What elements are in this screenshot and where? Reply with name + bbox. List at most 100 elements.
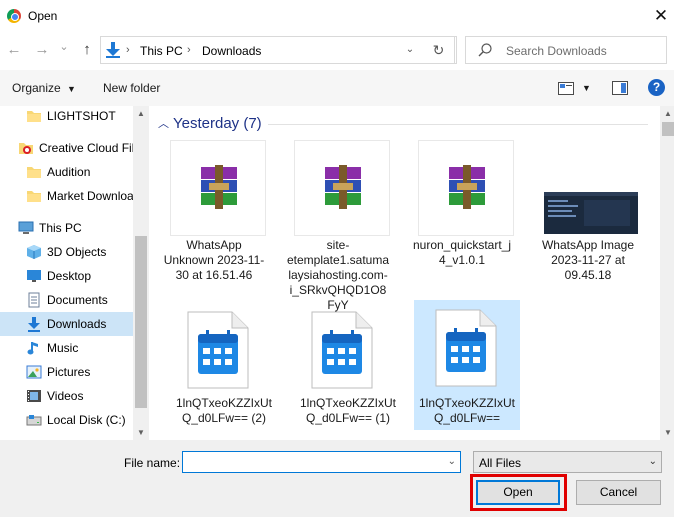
sidebar-item-label: This PC	[39, 221, 82, 235]
sidebar-scrollbar[interactable]: ▲ ▼	[133, 106, 149, 440]
sidebar-item-videos[interactable]: Videos	[0, 384, 133, 408]
chevron-down-icon[interactable]: ⌄	[448, 456, 456, 467]
sidebar-item-label: Desktop	[47, 269, 92, 283]
sidebar-item-downloads[interactable]: Downloads	[0, 312, 133, 336]
crumb-separator: ›	[187, 44, 191, 56]
sidebar-item-this-pc[interactable]: This PC	[0, 216, 133, 240]
sidebar-item-label: Pictures	[47, 365, 91, 379]
file-name: site-etemplate1.satumalaysiahosting.com-…	[286, 238, 390, 312]
breadcrumb-downloads[interactable]: Downloads	[202, 44, 261, 58]
refresh-button[interactable]: ↻	[423, 36, 455, 64]
group-label: Yesterday (7)	[173, 115, 262, 132]
sidebar-item-local-disk[interactable]: Local Disk (C:)	[0, 408, 133, 432]
image-thumbnail	[544, 192, 638, 234]
file-list-pane: ︿ Yesterday (7) WhatsApp Unknown 2023-11…	[150, 106, 660, 440]
command-toolbar: Organize ▼ New folder ▼ ?	[0, 70, 674, 106]
filename-input[interactable]: ⌄	[182, 451, 461, 473]
preview-pane-icon[interactable]	[612, 81, 628, 95]
winrar-archive-icon	[325, 165, 361, 209]
view-dropdown-icon[interactable]: ▼	[582, 83, 591, 93]
sidebar-item-lightshot[interactable]: LIGHTSHOT	[0, 106, 133, 128]
sidebar-item-pictures[interactable]: Pictures	[0, 360, 133, 384]
sidebar-item-label: 3D Objects	[47, 245, 107, 259]
sidebar-item-label: Downloads	[47, 317, 107, 331]
winrar-archive-icon	[449, 165, 485, 209]
navigation-pane: LIGHTSHOT Creative Cloud Files Audition …	[0, 106, 150, 440]
sidebar-scroll-thumb[interactable]	[135, 236, 147, 408]
sidebar-item-3d-objects[interactable]: 3D Objects	[0, 240, 133, 264]
help-button[interactable]: ?	[648, 79, 665, 96]
disk-icon	[26, 415, 42, 426]
address-dropdown-button[interactable]: ⌄	[398, 36, 422, 64]
back-button[interactable]: ←	[4, 39, 24, 61]
file-item[interactable]: site-etemplate1.satumalaysiahosting.com-…	[286, 140, 390, 312]
sidebar-item-market-downloads[interactable]: Market Downloads	[0, 184, 133, 208]
scroll-down-icon[interactable]: ▼	[133, 428, 149, 437]
scroll-up-icon[interactable]: ▲	[660, 109, 674, 118]
folder-icon	[27, 167, 41, 178]
file-item[interactable]: WhatsApp Image 2023-11-27 at 09.45.18	[536, 140, 640, 300]
file-name: 1lnQTxeoKZZIxUtQ_d0LFw==	[418, 396, 516, 425]
folder-icon	[27, 111, 41, 122]
close-button[interactable]: ✕	[648, 4, 674, 28]
sidebar-item-label: Videos	[47, 389, 84, 403]
sidebar-item-audition[interactable]: Audition	[0, 160, 133, 184]
sidebar-item-label: Music	[47, 341, 79, 355]
sidebar-item-label: LIGHTSHOT	[47, 109, 116, 123]
file-name: 1lnQTxeoKZZIxUtQ_d0LFw== (2)	[175, 396, 273, 425]
calendar-file-icon	[435, 309, 497, 387]
up-button[interactable]: ↑	[77, 39, 97, 61]
music-icon	[27, 342, 38, 355]
file-item[interactable]: nuron_quickstart_j4_v1.0.1	[410, 140, 514, 300]
file-name: WhatsApp Unknown 2023-11-30 at 16.51.46	[163, 238, 265, 282]
organize-button[interactable]: Organize ▼	[12, 81, 76, 95]
scroll-up-icon[interactable]: ▲	[133, 109, 149, 118]
file-thumbnail	[294, 140, 390, 236]
file-name: nuron_quickstart_j4_v1.0.1	[412, 238, 512, 267]
search-input[interactable]: Search Downloads	[506, 44, 607, 58]
help-icon: ?	[652, 80, 661, 94]
file-item[interactable]: 1lnQTxeoKZZIxUtQ_d0LFw== (1)	[296, 306, 400, 440]
sidebar-item-label: Creative Cloud Files	[39, 141, 133, 155]
file-thumbnail	[418, 140, 514, 236]
sidebar-item-documents[interactable]: Documents	[0, 288, 133, 312]
file-name: 1lnQTxeoKZZIxUtQ_d0LFw== (1)	[299, 396, 397, 425]
folder-icon	[27, 191, 41, 202]
documents-icon	[28, 292, 40, 308]
file-list-scroll-thumb[interactable]	[662, 122, 674, 136]
sidebar-item-music[interactable]: Music	[0, 336, 133, 360]
sidebar-item-creative-cloud[interactable]: Creative Cloud Files	[0, 136, 133, 160]
filename-label: File name:	[124, 456, 181, 470]
sidebar-item-desktop[interactable]: Desktop	[0, 264, 133, 288]
chrome-icon	[7, 9, 21, 23]
file-thumbnail	[170, 140, 266, 236]
sidebar-item-label: Local Disk (C:)	[47, 413, 126, 427]
winrar-archive-icon	[201, 165, 237, 209]
caret-down-icon: ▼	[67, 84, 76, 94]
file-list-scrollbar[interactable]: ▲ ▼	[660, 106, 674, 440]
file-item[interactable]: WhatsApp Unknown 2023-11-30 at 16.51.46	[162, 140, 266, 300]
search-icon	[478, 43, 492, 57]
file-name: WhatsApp Image 2023-11-27 at 09.45.18	[541, 238, 635, 282]
organize-label: Organize	[12, 81, 61, 95]
view-options-icon[interactable]	[558, 82, 574, 95]
download-icon	[28, 317, 40, 332]
chevron-up-icon[interactable]: ︿	[158, 115, 170, 130]
calendar-file-icon	[311, 311, 373, 389]
file-item-selected[interactable]: 1lnQTxeoKZZIxUtQ_d0LFw==	[414, 300, 520, 430]
cancel-button[interactable]: Cancel	[576, 480, 661, 505]
scroll-down-icon[interactable]: ▼	[660, 428, 674, 437]
forward-button[interactable]: →	[32, 39, 52, 61]
computer-icon	[18, 221, 34, 234]
recent-locations-button[interactable]: ⌄	[54, 36, 74, 58]
open-button-highlight	[470, 474, 567, 511]
file-item[interactable]: 1lnQTxeoKZZIxUtQ_d0LFw== (2)	[172, 306, 276, 440]
search-box[interactable]: Search Downloads	[465, 36, 667, 64]
title-bar: Open ✕	[0, 0, 674, 32]
window-title: Open	[28, 9, 58, 23]
filetype-select[interactable]: All Files ⌄	[473, 451, 662, 473]
new-folder-button[interactable]: New folder	[103, 81, 160, 95]
breadcrumb-this-pc[interactable]: This PC	[140, 44, 183, 58]
dialog-footer: File name: ⌄ All Files ⌄ Open Cancel	[0, 440, 674, 517]
cube-icon	[27, 245, 41, 259]
